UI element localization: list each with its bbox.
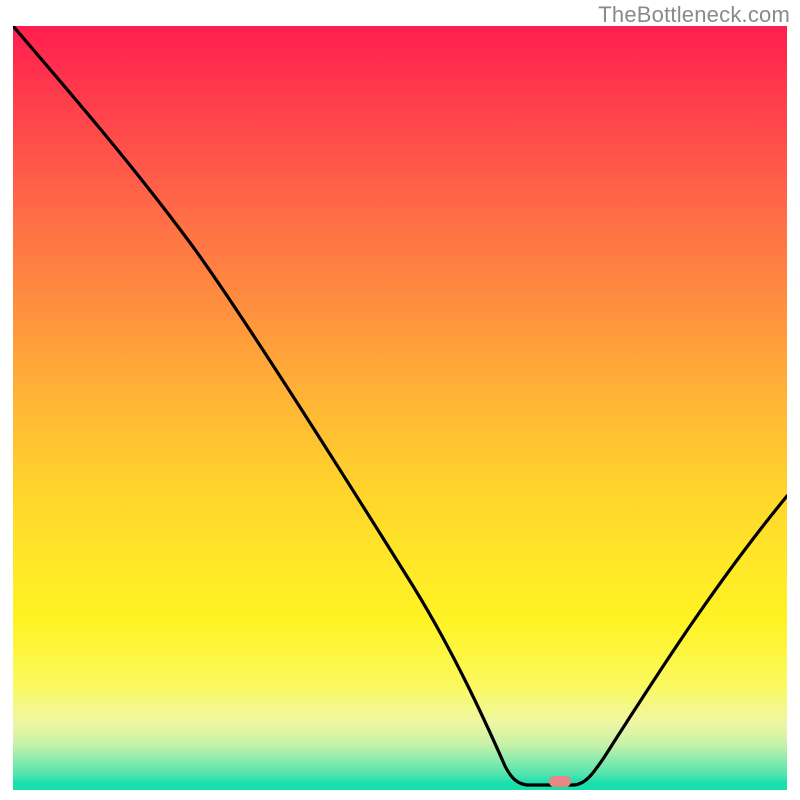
chart-stage: TheBottleneck.com: [0, 0, 800, 800]
watermark-text: TheBottleneck.com: [598, 2, 790, 28]
bottleneck-curve: [13, 26, 787, 790]
gradient-plot-area: [13, 26, 787, 790]
optimum-marker: [549, 776, 571, 787]
